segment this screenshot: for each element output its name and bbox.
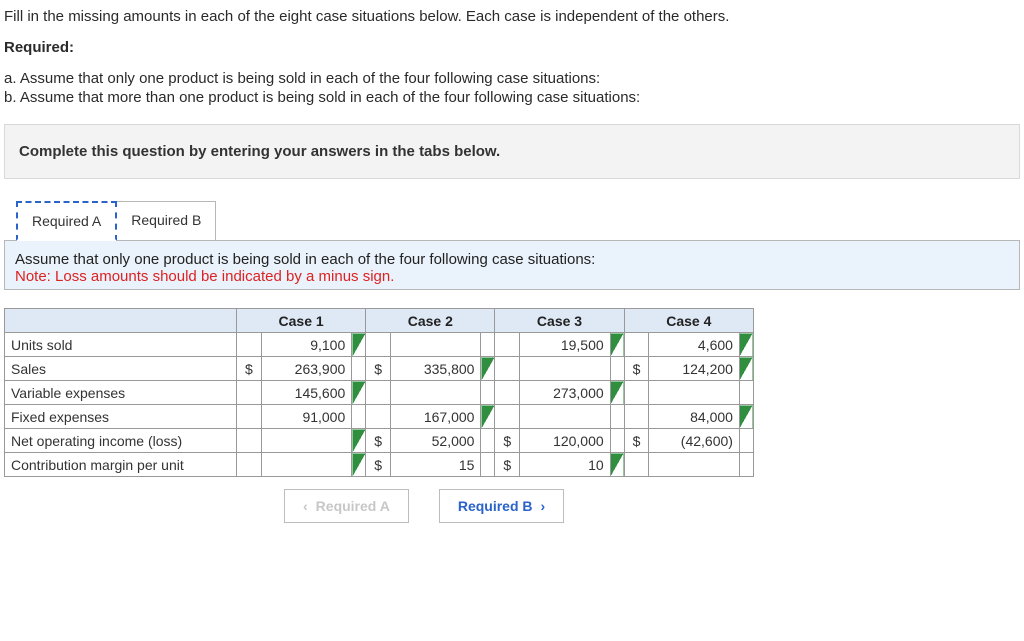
cell-units-c2[interactable] bbox=[390, 333, 481, 357]
cell-noi-c4[interactable]: (42,600) bbox=[649, 429, 740, 453]
cell-units-c3[interactable]: 19,500 bbox=[520, 333, 611, 357]
sym-sales-c3 bbox=[495, 357, 520, 381]
cell-var-c2[interactable] bbox=[390, 381, 481, 405]
header-blank bbox=[5, 309, 237, 333]
row-variable: Variable expenses 145,600 273,000 bbox=[5, 381, 754, 405]
sym-sales-c1: $ bbox=[237, 357, 262, 381]
flag-icon bbox=[610, 453, 624, 477]
row-noi: Net operating income (loss) $52,000 $120… bbox=[5, 429, 754, 453]
cell-cmu-c4[interactable] bbox=[649, 453, 740, 477]
label-noi: Net operating income (loss) bbox=[5, 429, 237, 453]
requirement-b: b. Assume that more than one product is … bbox=[4, 89, 1020, 106]
cell-var-c1[interactable]: 145,600 bbox=[261, 381, 352, 405]
label-cmu: Contribution margin per unit bbox=[5, 453, 237, 477]
chevron-right-icon: › bbox=[541, 498, 546, 514]
tab-required-a[interactable]: Required A bbox=[16, 201, 117, 241]
cell-noi-c1[interactable] bbox=[261, 429, 352, 453]
row-sales: Sales $263,900 $335,800 $124,200 bbox=[5, 357, 754, 381]
flag-icon bbox=[352, 453, 366, 477]
prev-button: ‹ Required A bbox=[284, 489, 409, 523]
label-fixed: Fixed expenses bbox=[5, 405, 237, 429]
tab-required-b[interactable]: Required B bbox=[116, 201, 216, 241]
flag-icon bbox=[481, 357, 495, 381]
flag-icon bbox=[610, 333, 624, 357]
chevron-left-icon: ‹ bbox=[303, 498, 308, 514]
cell-sales-c3[interactable] bbox=[520, 357, 611, 381]
flag-icon bbox=[739, 405, 753, 429]
cell-sales-c2[interactable]: 335,800 bbox=[390, 357, 481, 381]
cell-units-c1[interactable]: 9,100 bbox=[261, 333, 352, 357]
cell-fix-c2[interactable]: 167,000 bbox=[390, 405, 481, 429]
cell-cmu-c3[interactable]: 10 bbox=[520, 453, 611, 477]
next-label: Required B bbox=[458, 498, 533, 514]
sym-noi-c3: $ bbox=[495, 429, 520, 453]
cell-var-c4[interactable] bbox=[649, 381, 740, 405]
requirement-a: a. Assume that only one product is being… bbox=[4, 70, 1020, 87]
instruction-box: Complete this question by entering your … bbox=[4, 124, 1020, 179]
flag-icon bbox=[352, 429, 366, 453]
tabs-row: Required A Required B bbox=[16, 201, 1020, 241]
flag-icon bbox=[610, 381, 624, 405]
prev-label: Required A bbox=[316, 498, 390, 514]
sym-sales-c2: $ bbox=[366, 357, 391, 381]
cell-fix-c4[interactable]: 84,000 bbox=[649, 405, 740, 429]
sym-cmu-c3: $ bbox=[495, 453, 520, 477]
tab-panel: Assume that only one product is being so… bbox=[4, 240, 1020, 290]
cell-fix-c3[interactable] bbox=[520, 405, 611, 429]
cell-sales-c4[interactable]: 124,200 bbox=[649, 357, 740, 381]
label-variable: Variable expenses bbox=[5, 381, 237, 405]
label-sales: Sales bbox=[5, 357, 237, 381]
panel-instruction-line1: Assume that only one product is being so… bbox=[15, 251, 1009, 268]
sym-noi-c4: $ bbox=[624, 429, 649, 453]
flag-icon bbox=[352, 333, 366, 357]
label-units-sold: Units sold bbox=[5, 333, 237, 357]
flag-icon bbox=[481, 405, 495, 429]
cell-noi-c2[interactable]: 52,000 bbox=[390, 429, 481, 453]
cell-cmu-c1[interactable] bbox=[261, 453, 352, 477]
flag-icon bbox=[739, 333, 753, 357]
cell-cmu-c2[interactable]: 15 bbox=[390, 453, 481, 477]
cell-sales-c1[interactable]: 263,900 bbox=[261, 357, 352, 381]
header-case3: Case 3 bbox=[495, 309, 624, 333]
next-button[interactable]: Required B › bbox=[439, 489, 564, 523]
required-heading: Required: bbox=[4, 39, 1020, 56]
flag-icon bbox=[739, 357, 753, 381]
row-fixed: Fixed expenses 91,000 167,000 84,000 bbox=[5, 405, 754, 429]
case-table: Case 1 Case 2 Case 3 Case 4 Units sold 9… bbox=[4, 308, 754, 477]
row-units-sold: Units sold 9,100 19,500 4,600 bbox=[5, 333, 754, 357]
cell-noi-c3[interactable]: 120,000 bbox=[520, 429, 611, 453]
sym-noi-c2: $ bbox=[366, 429, 391, 453]
lead-text: Fill in the missing amounts in each of t… bbox=[4, 8, 1020, 25]
cell-fix-c1[interactable]: 91,000 bbox=[261, 405, 352, 429]
sym-cmu-c2: $ bbox=[366, 453, 391, 477]
header-case1: Case 1 bbox=[237, 309, 366, 333]
cell-var-c3[interactable]: 273,000 bbox=[520, 381, 611, 405]
flag-icon bbox=[352, 381, 366, 405]
cell-units-c4[interactable]: 4,600 bbox=[649, 333, 740, 357]
header-case2: Case 2 bbox=[366, 309, 495, 333]
sym-sales-c4: $ bbox=[624, 357, 649, 381]
header-case4: Case 4 bbox=[624, 309, 753, 333]
panel-instruction-line2: Note: Loss amounts should be indicated b… bbox=[15, 268, 1009, 285]
row-cmu: Contribution margin per unit $15 $10 bbox=[5, 453, 754, 477]
